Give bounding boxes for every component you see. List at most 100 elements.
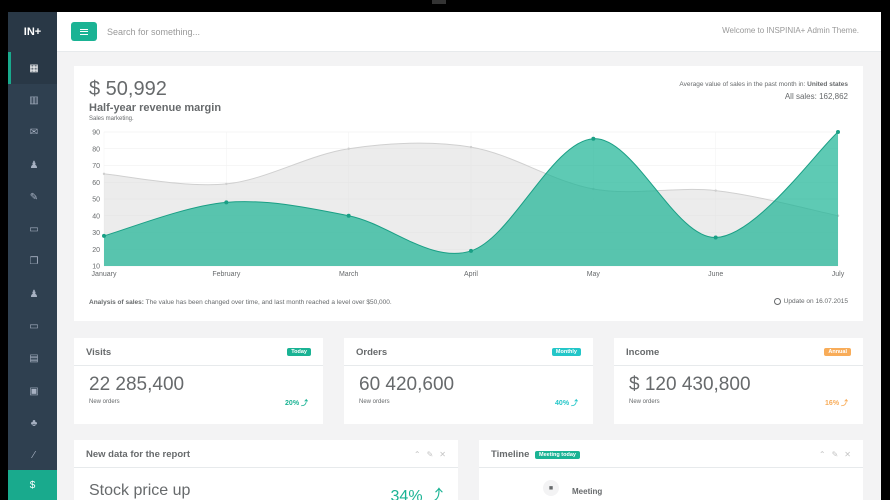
hamburger-icon bbox=[80, 28, 88, 35]
stock-percent: 34% ⤴ bbox=[390, 488, 443, 500]
y-tick-label: 40 bbox=[92, 213, 100, 220]
wrench-icon[interactable]: ✎ bbox=[427, 450, 434, 459]
files-icon: ❐ bbox=[29, 256, 39, 268]
envelope-icon: ✉ bbox=[29, 127, 39, 139]
sidebar-item-10[interactable]: ▣ bbox=[8, 375, 57, 407]
series-1-point bbox=[346, 213, 351, 218]
org-icon: ♣ bbox=[30, 417, 38, 429]
y-tick-label: 10 bbox=[92, 264, 100, 271]
series-0-point bbox=[469, 145, 473, 149]
y-tick-label: 60 bbox=[92, 180, 100, 187]
sidebar-item-0[interactable]: ▦ bbox=[8, 52, 57, 85]
sidebar-nav: ▦ ▥ ✉ ♟ ✎ ▭ ❐ ♟ ▭ ▤ ▣ ♣ ⁄ bbox=[8, 52, 57, 472]
brand-logo[interactable]: IN+ bbox=[8, 12, 57, 52]
today-badge: Today bbox=[287, 348, 311, 356]
sidebar-item-5[interactable]: ▭ bbox=[8, 213, 57, 245]
sidebar-item-9[interactable]: ▤ bbox=[8, 343, 57, 375]
analysis-body: The value has been changed over time, an… bbox=[145, 299, 392, 306]
sidebar-item-12[interactable]: ⁄ bbox=[8, 440, 57, 472]
close-icon[interactable]: ✕ bbox=[439, 450, 446, 459]
average-region: United states bbox=[807, 81, 848, 88]
x-tick-label: April bbox=[464, 271, 478, 278]
series-1-point bbox=[469, 248, 473, 253]
income-stat-panel: Income Annual $ 120 430,800 New orders 16… bbox=[614, 338, 863, 424]
x-tick-label: May bbox=[587, 271, 601, 278]
stat-value: 22 285,400 bbox=[89, 374, 185, 395]
x-tick-label: February bbox=[212, 271, 241, 278]
series-0-point bbox=[102, 172, 106, 176]
revenue-chart-panel: $ 50,992 Half-year revenue margin Sales … bbox=[74, 66, 863, 321]
stock-label: Stock price up bbox=[89, 482, 191, 499]
collapse-icon[interactable]: ⌃ bbox=[819, 450, 826, 459]
table-icon: ▤ bbox=[29, 353, 39, 365]
sidebar-item-8[interactable]: ▭ bbox=[8, 310, 57, 342]
timeline-item-title: Meeting bbox=[572, 487, 603, 496]
series-1-point bbox=[102, 233, 106, 238]
stat-percent: 40% ⤴ bbox=[555, 400, 578, 407]
series-1-point bbox=[713, 235, 718, 240]
stat-subtext: New orders bbox=[629, 399, 660, 405]
sidebar-item-3[interactable]: ♟ bbox=[8, 149, 57, 181]
sidebar-item-1[interactable]: ▥ bbox=[8, 84, 57, 116]
panel-tools: ⌃ ✎ ✕ bbox=[819, 450, 851, 459]
series-0-point bbox=[714, 189, 717, 192]
stat-subtext: New orders bbox=[89, 399, 120, 405]
stat-title: Visits bbox=[86, 347, 112, 358]
revenue-area-chart: 10 20 30 40 50 60 70 80 90 January February March Ap… bbox=[92, 130, 845, 279]
panel-tools: ⌃ ✎ ✕ bbox=[414, 450, 446, 459]
welcome-message: Welcome to INSPINIA+ Admin Theme. bbox=[722, 26, 859, 35]
dollar-icon[interactable]: $ bbox=[8, 470, 57, 500]
menu-toggle-button[interactable] bbox=[71, 22, 97, 41]
y-tick-label: 50 bbox=[92, 197, 100, 204]
search-input[interactable] bbox=[107, 23, 367, 41]
dashboard-icon: ▦ bbox=[29, 62, 39, 74]
user-icon: ♟ bbox=[29, 159, 39, 171]
stat-percent: 16% ⤴ bbox=[825, 400, 848, 407]
sidebar-item-7[interactable]: ♟ bbox=[8, 278, 57, 310]
close-icon[interactable]: ✕ bbox=[844, 450, 851, 459]
sidebar-item-11[interactable]: ♣ bbox=[8, 407, 57, 439]
visits-stat-panel: Visits Today 22 285,400 New orders 20% ⤴ bbox=[74, 338, 323, 424]
x-tick-label: June bbox=[708, 271, 723, 278]
stat-percent: 20% ⤴ bbox=[285, 400, 308, 407]
chart-title: Half-year revenue margin bbox=[89, 102, 222, 114]
stat-value: $ 120 430,800 bbox=[629, 374, 751, 395]
analysis-text: Analysis of sales: The value has been ch… bbox=[89, 299, 392, 306]
bar-chart-icon: ▥ bbox=[29, 94, 39, 106]
wrench-icon[interactable]: ✎ bbox=[832, 450, 839, 459]
stat-subtext: New orders bbox=[359, 399, 390, 405]
stat-title: Orders bbox=[356, 347, 388, 358]
y-tick-label: 90 bbox=[92, 130, 100, 137]
desktop-icon: ▭ bbox=[29, 224, 39, 236]
series-1-point bbox=[591, 136, 596, 141]
chart-subtitle: Sales marketing. bbox=[89, 116, 134, 122]
briefcase-icon: ■ bbox=[543, 480, 559, 496]
all-sales-count: All sales: 162,862 bbox=[784, 92, 848, 101]
sidebar: IN+ ▦ ▥ ✉ ♟ ✎ ▭ ❐ ♟ ▭ ▤ ▣ ♣ ⁄ $ bbox=[8, 12, 57, 500]
average-sales-text: Average value of sales in the past month… bbox=[679, 81, 848, 88]
report-panel: New data for the report ⌃ ✎ ✕ Stock pric… bbox=[74, 440, 458, 500]
sidebar-item-4[interactable]: ✎ bbox=[8, 181, 57, 213]
x-tick-label: March bbox=[339, 271, 359, 278]
y-tick-label: 80 bbox=[92, 146, 100, 153]
timeline-title: Timeline bbox=[491, 449, 530, 460]
top-strip bbox=[432, 0, 446, 4]
meeting-badge: Meeting today bbox=[535, 451, 580, 459]
y-tick-label: 30 bbox=[92, 230, 100, 237]
app-screen: IN+ ▦ ▥ ✉ ♟ ✎ ▭ ❐ ♟ ▭ ▤ ▣ ♣ ⁄ $ Welcome to INSPINIA+… bbox=[8, 12, 881, 500]
sidebar-item-2[interactable]: ✉ bbox=[8, 117, 57, 149]
stat-title: Income bbox=[626, 347, 660, 358]
picture-icon: ▣ bbox=[29, 385, 39, 397]
orders-stat-panel: Orders Monthly 60 420,600 New orders 40% … bbox=[344, 338, 593, 424]
sidebar-item-6[interactable]: ❐ bbox=[8, 246, 57, 278]
collapse-icon[interactable]: ⌃ bbox=[414, 450, 421, 459]
magic-icon: ⁄ bbox=[33, 450, 35, 462]
series-0-point bbox=[225, 182, 228, 186]
timeline-panel: Timeline Meeting today ⌃ ✎ ✕ ■ Meeting bbox=[479, 440, 863, 500]
update-info: Update on 16.07.2015 bbox=[773, 298, 848, 305]
clock-icon bbox=[773, 298, 781, 305]
average-label: Average value of sales in the past month… bbox=[679, 81, 806, 88]
y-tick-label: 20 bbox=[92, 247, 100, 254]
update-date: Update on 16.07.2015 bbox=[783, 298, 848, 305]
top-navbar: Welcome to INSPINIA+ Admin Theme. bbox=[57, 12, 881, 52]
